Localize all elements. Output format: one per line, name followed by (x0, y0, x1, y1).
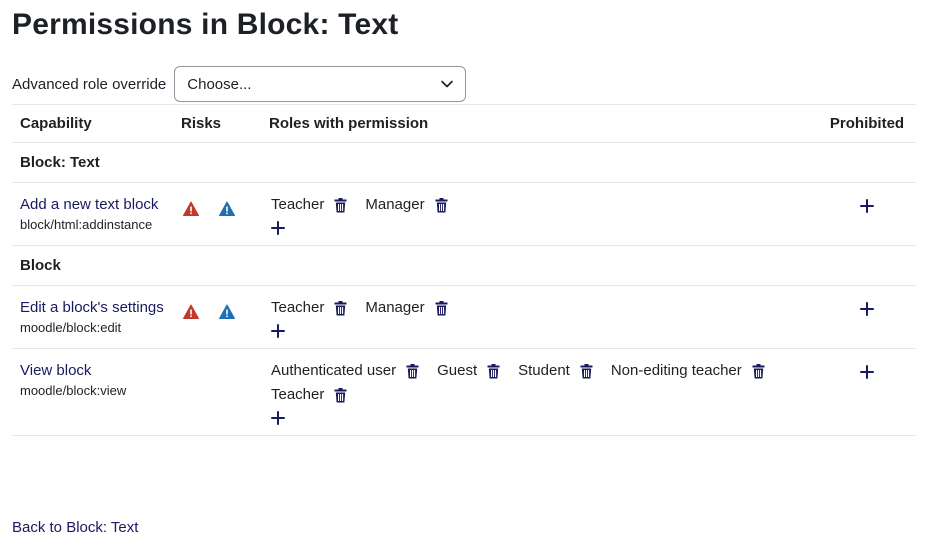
risks-header: Risks (173, 104, 261, 143)
capability-link[interactable]: Add a new text block (20, 193, 165, 216)
chevron-down-icon (441, 80, 454, 88)
group-row: Block: Text (12, 142, 916, 183)
group-title: Block (12, 245, 916, 286)
trash-icon[interactable] (435, 300, 448, 316)
prohibited-cell (818, 348, 916, 436)
capability-cell: Edit a block's settings moodle/block:edit (12, 285, 173, 349)
trash-icon[interactable] (334, 197, 347, 213)
table-row: Edit a block's settings moodle/block:edit… (12, 285, 916, 349)
role-item: Guest (437, 359, 500, 383)
permissions-table-body: Block: Text Add a new text block block/htm… (12, 142, 916, 436)
risk-icons (181, 359, 253, 367)
role-override-select[interactable]: Choose... (174, 66, 467, 102)
add-role-wrap (271, 320, 810, 338)
risk-icons (181, 296, 253, 320)
roles-list: Teacher Manager (269, 193, 810, 235)
role-name: Authenticated user (271, 362, 397, 379)
capability-link[interactable]: View block (20, 359, 165, 382)
role-name: Guest (437, 362, 478, 379)
prohibited-cell (818, 285, 916, 349)
capability-cell: View block moodle/block:view (12, 348, 173, 436)
group-row: Block (12, 245, 916, 286)
role-name: Manager (365, 196, 425, 213)
roles-list: Authenticated user Guest Student Non-editin… (269, 359, 810, 425)
table-header-row: Capability Risks Roles with permission P… (12, 104, 916, 143)
add-prohibited-plus-icon[interactable] (860, 302, 874, 316)
add-prohibited-plus-icon[interactable] (860, 199, 874, 213)
roles-header: Roles with permission (261, 104, 818, 143)
roles-list: Teacher Manager (269, 296, 810, 338)
roles-cell: Authenticated user Guest Student Non-editin… (261, 348, 818, 436)
prohibited-cell (818, 182, 916, 246)
role-name: Teacher (271, 196, 325, 213)
permissions-table: Capability Risks Roles with permission P… (12, 104, 916, 436)
role-name: Manager (365, 299, 425, 316)
role-item: Non-editing teacher (611, 359, 765, 383)
risks-cell (173, 348, 261, 436)
risk-xss-icon[interactable] (183, 201, 199, 217)
role-item: Teacher (271, 193, 347, 217)
trash-icon[interactable] (487, 363, 500, 379)
role-name: Non-editing teacher (610, 362, 742, 379)
capability-name: block/html:addinstance (20, 217, 153, 232)
table-row: Add a new text block block/html:addinstan… (12, 182, 916, 246)
risk-config-icon[interactable] (219, 201, 235, 217)
role-item: Student (518, 359, 593, 383)
role-name: Teacher (271, 386, 325, 403)
role-item: Manager (365, 193, 448, 217)
role-name: Student (518, 362, 570, 379)
risks-cell (173, 182, 261, 246)
add-role-wrap (271, 217, 810, 235)
risk-xss-icon[interactable] (183, 304, 199, 320)
add-role-plus-icon[interactable] (271, 411, 285, 425)
capability-link[interactable]: Edit a block's settings (20, 296, 165, 319)
add-prohibited-plus-icon[interactable] (860, 365, 874, 379)
role-name: Teacher (271, 299, 325, 316)
risk-icons (181, 193, 253, 217)
override-label: Advanced role override (12, 75, 167, 93)
trash-icon[interactable] (334, 387, 347, 403)
page-title: Permissions in Block: Text (12, 8, 399, 41)
trash-icon[interactable] (580, 363, 593, 379)
trash-icon[interactable] (435, 197, 448, 213)
roles-cell: Teacher Manager (261, 182, 818, 246)
role-item: Authenticated user (271, 359, 419, 383)
trash-icon[interactable] (752, 363, 765, 379)
capability-name: moodle/block:view (20, 383, 127, 398)
table-row: View block moodle/block:view Authenticated… (12, 348, 916, 436)
trash-icon[interactable] (334, 300, 347, 316)
role-item: Teacher (271, 296, 347, 320)
trash-icon[interactable] (406, 363, 419, 379)
capability-cell: Add a new text block block/html:addinstan… (12, 182, 173, 246)
capability-header: Capability (12, 104, 173, 143)
risk-config-icon[interactable] (219, 304, 235, 320)
role-override-selected-value: Choose... (187, 75, 252, 93)
prohibited-header: Prohibited (818, 104, 916, 143)
capability-name: moodle/block:edit (20, 320, 122, 335)
advanced-role-override: Advanced role override Choose... (12, 66, 467, 102)
back-to-block-link[interactable]: Back to Block: Text (12, 519, 138, 536)
add-role-wrap (271, 407, 810, 425)
add-role-plus-icon[interactable] (271, 221, 285, 235)
add-role-plus-icon[interactable] (271, 324, 285, 338)
role-item: Teacher (271, 383, 347, 407)
group-title: Block: Text (12, 142, 916, 183)
risks-cell (173, 285, 261, 349)
roles-cell: Teacher Manager (261, 285, 818, 349)
role-item: Manager (365, 296, 448, 320)
